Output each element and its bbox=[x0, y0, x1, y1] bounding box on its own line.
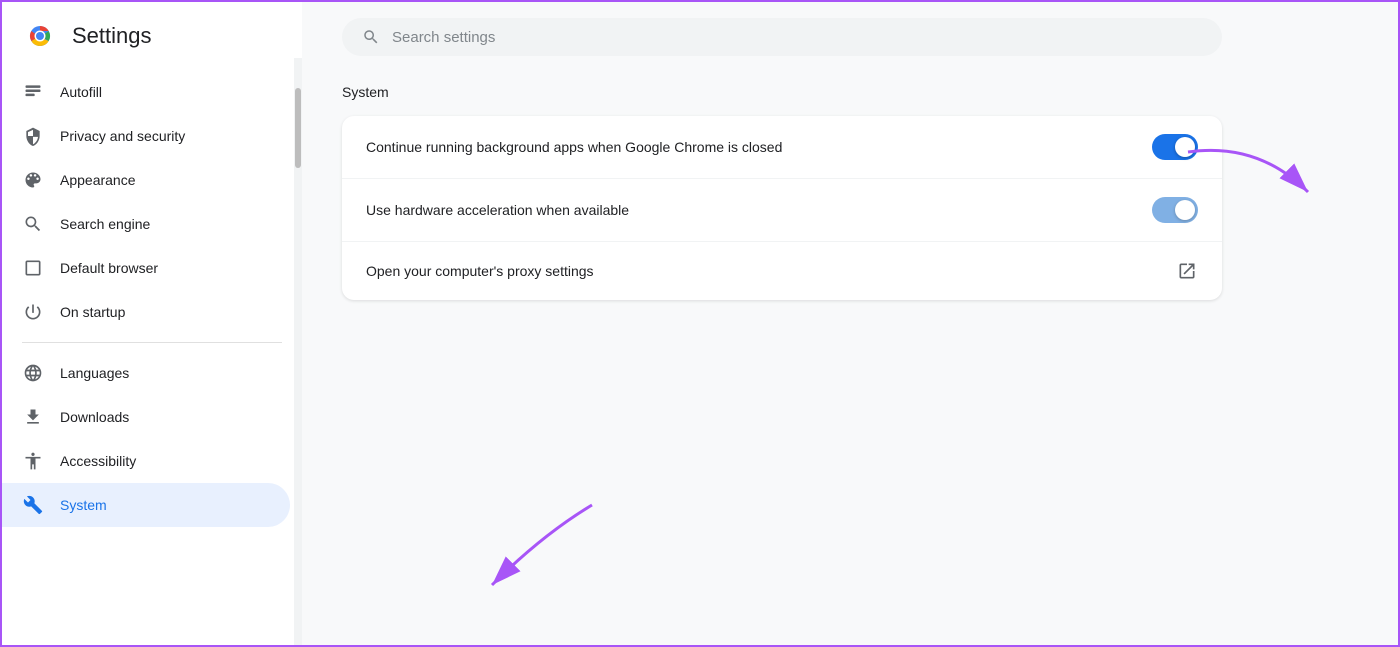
sidebar-label-appearance: Appearance bbox=[60, 172, 136, 188]
nav-separator bbox=[22, 342, 282, 343]
search-mag-icon bbox=[22, 213, 44, 235]
download-icon bbox=[22, 406, 44, 428]
sidebar-item-accessibility[interactable]: Accessibility bbox=[2, 439, 290, 483]
main-wrapper: System Continue running background apps … bbox=[302, 2, 1398, 645]
autofill-icon bbox=[22, 81, 44, 103]
globe-icon bbox=[22, 362, 44, 384]
sidebar-label-startup: On startup bbox=[60, 304, 125, 320]
sidebar-item-languages[interactable]: Languages bbox=[2, 351, 290, 395]
sidebar-label-autofill: Autofill bbox=[60, 84, 102, 100]
external-link-icon bbox=[1176, 260, 1198, 282]
sidebar-label-downloads: Downloads bbox=[60, 409, 129, 425]
sidebar-label-search: Search engine bbox=[60, 216, 150, 232]
background-apps-label: Continue running background apps when Go… bbox=[366, 139, 782, 155]
wrench-icon bbox=[22, 494, 44, 516]
shield-icon bbox=[22, 125, 44, 147]
accessibility-icon bbox=[22, 450, 44, 472]
settings-row-proxy[interactable]: Open your computer's proxy settings bbox=[342, 242, 1222, 300]
section-title: System bbox=[342, 76, 1358, 100]
sidebar-label-default-browser: Default browser bbox=[60, 260, 158, 276]
sidebar-label-system: System bbox=[60, 497, 107, 513]
app-title: Settings bbox=[72, 23, 152, 49]
sidebar-item-downloads[interactable]: Downloads bbox=[2, 395, 290, 439]
sidebar-label-privacy: Privacy and security bbox=[60, 128, 185, 144]
toggle-thumb-1 bbox=[1175, 137, 1195, 157]
hardware-acceleration-toggle[interactable] bbox=[1152, 197, 1198, 223]
sidebar-item-appearance[interactable]: Appearance bbox=[2, 158, 290, 202]
proxy-settings-label: Open your computer's proxy settings bbox=[366, 263, 594, 279]
sidebar-item-autofill[interactable]: Autofill bbox=[2, 70, 290, 114]
background-apps-toggle[interactable] bbox=[1152, 134, 1198, 160]
sidebar-item-privacy-security[interactable]: Privacy and security bbox=[2, 114, 290, 158]
search-bar-icon bbox=[362, 28, 380, 46]
main-content: System Continue running background apps … bbox=[302, 2, 1398, 645]
sidebar-item-search-engine[interactable]: Search engine bbox=[2, 202, 290, 246]
sidebar-nav: Autofill Privacy and security Appearance… bbox=[2, 70, 302, 645]
browser-icon bbox=[22, 257, 44, 279]
search-input[interactable] bbox=[392, 29, 1202, 46]
sidebar-item-on-startup[interactable]: On startup bbox=[2, 290, 290, 334]
sidebar: Settings Autofill Privacy and security A… bbox=[2, 2, 302, 645]
sidebar-header: Settings bbox=[2, 2, 302, 70]
sidebar-item-default-browser[interactable]: Default browser bbox=[2, 246, 290, 290]
search-bar-container bbox=[342, 2, 1222, 76]
chrome-logo-icon bbox=[22, 18, 58, 54]
toggle-thumb-2 bbox=[1175, 200, 1195, 220]
sidebar-label-languages: Languages bbox=[60, 365, 129, 381]
settings-row-hardware-acceleration: Use hardware acceleration when available bbox=[342, 179, 1222, 242]
settings-card: Continue running background apps when Go… bbox=[342, 116, 1222, 300]
sidebar-label-accessibility: Accessibility bbox=[60, 453, 136, 469]
hardware-acceleration-label: Use hardware acceleration when available bbox=[366, 202, 629, 218]
sidebar-scrollbar[interactable] bbox=[294, 58, 302, 645]
sidebar-item-system[interactable]: System bbox=[2, 483, 290, 527]
search-bar bbox=[342, 18, 1222, 56]
palette-icon bbox=[22, 169, 44, 191]
sidebar-scrollbar-thumb bbox=[295, 88, 301, 168]
power-icon bbox=[22, 301, 44, 323]
settings-row-background-apps: Continue running background apps when Go… bbox=[342, 116, 1222, 179]
